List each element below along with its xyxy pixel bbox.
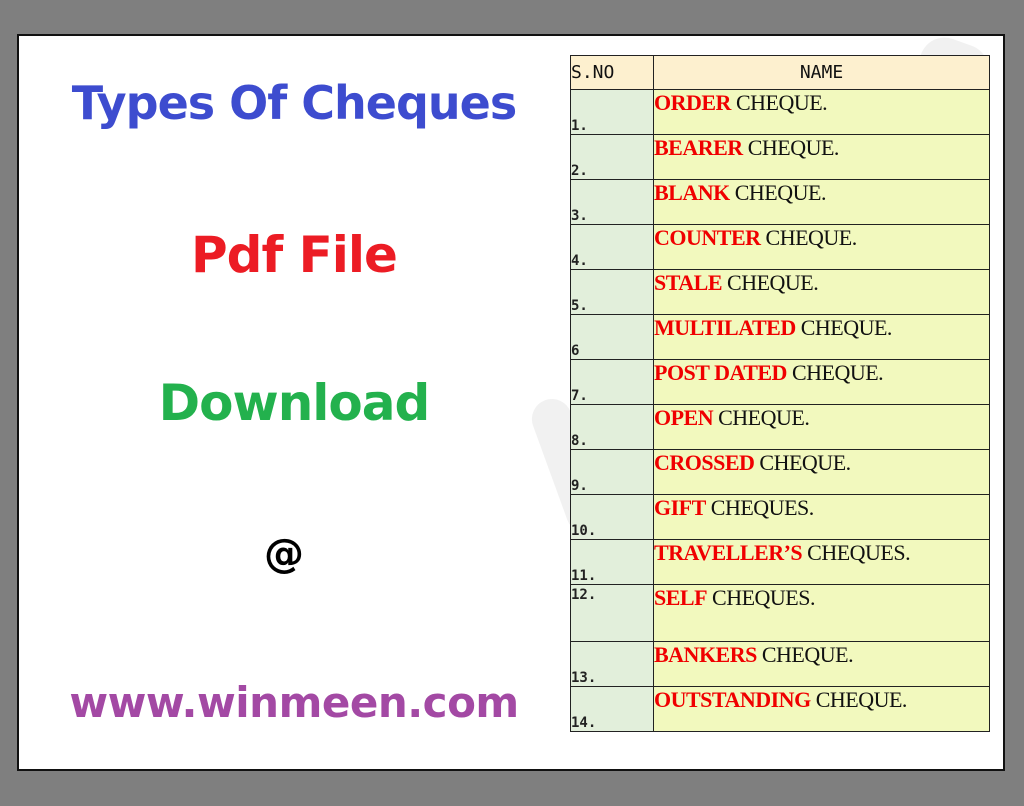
cheque-keyword: BEARER [654,135,743,160]
cheque-keyword: SELF [654,585,708,610]
row-name: POST DATED CHEQUE. [653,359,990,405]
table-row: 7. POST DATED CHEQUE. [570,359,990,405]
cheque-suffix: CHEQUE. [786,360,884,385]
row-name: CROSSED CHEQUE. [653,449,990,495]
table-row: 4. COUNTER CHEQUE. [570,224,990,270]
cheque-suffix: CHEQUE. [742,135,840,160]
row-sno: 4. [570,224,654,270]
at-icon: @ [264,531,304,577]
cheque-suffix: CHEQUE. [810,687,908,712]
row-name: OUTSTANDING CHEQUE. [653,686,990,732]
table-row: 2. BEARER CHEQUE. [570,134,990,180]
row-sno: 11. [570,539,654,585]
row-sno: 14. [570,686,654,732]
table-row: 10. GIFT CHEQUES. [570,494,990,540]
row-name: BEARER CHEQUE. [653,134,990,180]
cheque-keyword: STALE [654,270,723,295]
header-sno: S.NO [570,55,654,90]
row-sno: 5. [570,269,654,315]
row-sno: 6 [570,314,654,360]
row-name: MULTILATED CHEQUE. [653,314,990,360]
row-name: SELF CHEQUES. [653,584,990,642]
document-card: Types Of Cheques Pdf File Download @ www… [17,30,1005,771]
row-name: ORDER CHEQUE. [653,89,990,135]
page-title: Types Of Cheques [71,76,518,130]
cheque-keyword: OUTSTANDING [654,687,811,712]
cheque-suffix: CHEQUE. [730,90,828,115]
download-label: Download [158,374,431,432]
cheque-suffix: CHEQUE. [756,642,854,667]
header-name: NAME [653,55,990,90]
table-row: 13. BANKERS CHEQUE. [570,641,990,687]
cheque-suffix: CHEQUE. [760,225,858,250]
table-row: 11. TRAVELLER’S CHEQUES. [570,539,990,585]
cheque-keyword: ORDER [654,90,731,115]
row-name: OPEN CHEQUE. [653,404,990,450]
row-name: GIFT CHEQUES. [653,494,990,540]
cheque-keyword: OPEN [654,405,714,430]
cheque-keyword: POST DATED [654,360,787,385]
row-name: BANKERS CHEQUE. [653,641,990,687]
table-row: 12. SELF CHEQUES. [570,584,990,642]
cheque-suffix: CHEQUE. [713,405,810,430]
row-name: COUNTER CHEQUE. [653,224,990,270]
row-sno: 9. [570,449,654,495]
row-name: STALE CHEQUE. [653,269,990,315]
row-sno: 13. [570,641,654,687]
cheque-suffix: CHEQUES. [707,585,815,610]
row-sno: 2. [570,134,654,180]
table-row: 3. BLANK CHEQUE. [570,179,990,225]
table-row: 9. CROSSED CHEQUE. [570,449,990,495]
row-sno: 10. [570,494,654,540]
row-sno: 12. [570,584,654,642]
cheque-keyword: GIFT [654,495,706,520]
cheque-suffix: CHEQUES. [802,540,911,565]
cheque-keyword: MULTILATED [654,315,796,340]
subtitle-pdf-file: Pdf File [191,226,398,284]
cheque-keyword: TRAVELLER’S [654,540,803,565]
table-header-row: S.NO NAME [570,55,990,90]
row-sno: 3. [570,179,654,225]
cheque-keyword: CROSSED [654,450,755,475]
row-sno: 7. [570,359,654,405]
table-row: 6 MULTILATED CHEQUE. [570,314,990,360]
row-name: TRAVELLER’S CHEQUES. [653,539,990,585]
cheque-suffix: CHEQUE. [754,450,851,475]
row-sno: 8. [570,404,654,450]
table-row: 8. OPEN CHEQUE. [570,404,990,450]
row-name: BLANK CHEQUE. [653,179,990,225]
cheque-keyword: BLANK [654,180,730,205]
table-row: 5. STALE CHEQUE. [570,269,990,315]
table-row: 14. OUTSTANDING CHEQUE. [570,686,990,732]
cheque-suffix: CHEQUE. [729,180,827,205]
cheque-suffix: CHEQUES. [705,495,814,520]
website-url: www.winmeen.com [69,678,519,727]
row-sno: 1. [570,89,654,135]
table-row: 1. ORDER CHEQUE. [570,89,990,135]
cheque-keyword: COUNTER [654,225,761,250]
cheque-suffix: CHEQUE. [722,270,819,295]
cheque-suffix: CHEQUE. [795,315,893,340]
cheque-types-table: S.NO NAME 1. ORDER CHEQUE. 2. BEARER CHEQUE… [570,55,990,732]
cheque-keyword: BANKERS [654,642,757,667]
